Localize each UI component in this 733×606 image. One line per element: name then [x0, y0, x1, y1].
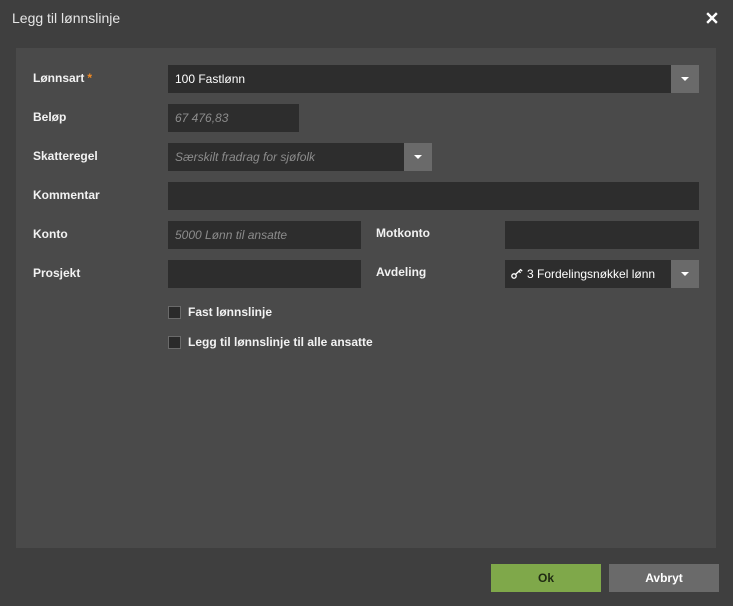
fast-lonnslinje-checkbox[interactable] — [168, 306, 181, 319]
avdeling-dropdown-button[interactable] — [671, 260, 699, 288]
avdeling-select[interactable]: 3 Fordelingsnøkkel lønn — [505, 260, 699, 288]
prosjekt-label: Prosjekt — [33, 266, 81, 280]
lonnsart-dropdown-button[interactable] — [671, 65, 699, 93]
avdeling-value: 3 Fordelingsnøkkel lønn — [527, 267, 656, 281]
close-icon[interactable] — [705, 11, 719, 25]
dialog-title: Legg til lønnslinje — [12, 10, 121, 26]
skatteregel-label: Skatteregel — [33, 149, 98, 163]
all-employees-label[interactable]: Legg til lønnslinje til alle ansatte — [188, 335, 373, 349]
fast-lonnslinje-label[interactable]: Fast lønnslinje — [188, 305, 272, 319]
required-marker: * — [87, 71, 93, 85]
motkonto-label: Motkonto — [376, 226, 430, 240]
kommentar-label: Kommentar — [33, 188, 100, 202]
key-icon — [511, 268, 523, 279]
konto-placeholder: 5000 Lønn til ansatte — [175, 228, 288, 242]
lonnsart-label: Lønnsart * — [33, 71, 92, 85]
konto-label: Konto — [33, 227, 68, 241]
lonnsart-label-text: Lønnsart — [33, 71, 85, 85]
skatteregel-placeholder: Særskilt fradrag for sjøfolk — [175, 150, 316, 164]
title-bar: Legg til lønnslinje — [0, 0, 733, 36]
kommentar-input[interactable] — [168, 182, 699, 210]
lonnsart-value: 100 Fastlønn — [175, 72, 246, 86]
all-employees-checkbox[interactable] — [168, 336, 181, 349]
prosjekt-input[interactable] — [168, 260, 361, 288]
belop-input[interactable]: 67 476,83 — [168, 104, 299, 132]
cancel-button[interactable]: Avbryt — [609, 564, 719, 592]
ok-button[interactable]: Ok — [491, 564, 601, 592]
add-salary-line-dialog: Legg til lønnslinje Lønnsart * 100 Fastlø… — [0, 0, 733, 606]
motkonto-input[interactable] — [505, 221, 699, 249]
chevron-down-icon — [681, 77, 689, 81]
konto-input[interactable]: 5000 Lønn til ansatte — [168, 221, 361, 249]
belop-placeholder: 67 476,83 — [175, 111, 229, 125]
lonnsart-select[interactable]: 100 Fastlønn — [168, 65, 699, 93]
chevron-down-icon — [414, 155, 422, 159]
belop-label: Beløp — [33, 110, 67, 124]
form-panel: Lønnsart * 100 Fastlønn Beløp 67 476,83 S… — [16, 48, 716, 548]
skatteregel-select[interactable]: Særskilt fradrag for sjøfolk — [168, 143, 432, 171]
avdeling-label: Avdeling — [376, 265, 427, 279]
chevron-down-icon — [681, 272, 689, 276]
skatteregel-dropdown-button[interactable] — [404, 143, 432, 171]
